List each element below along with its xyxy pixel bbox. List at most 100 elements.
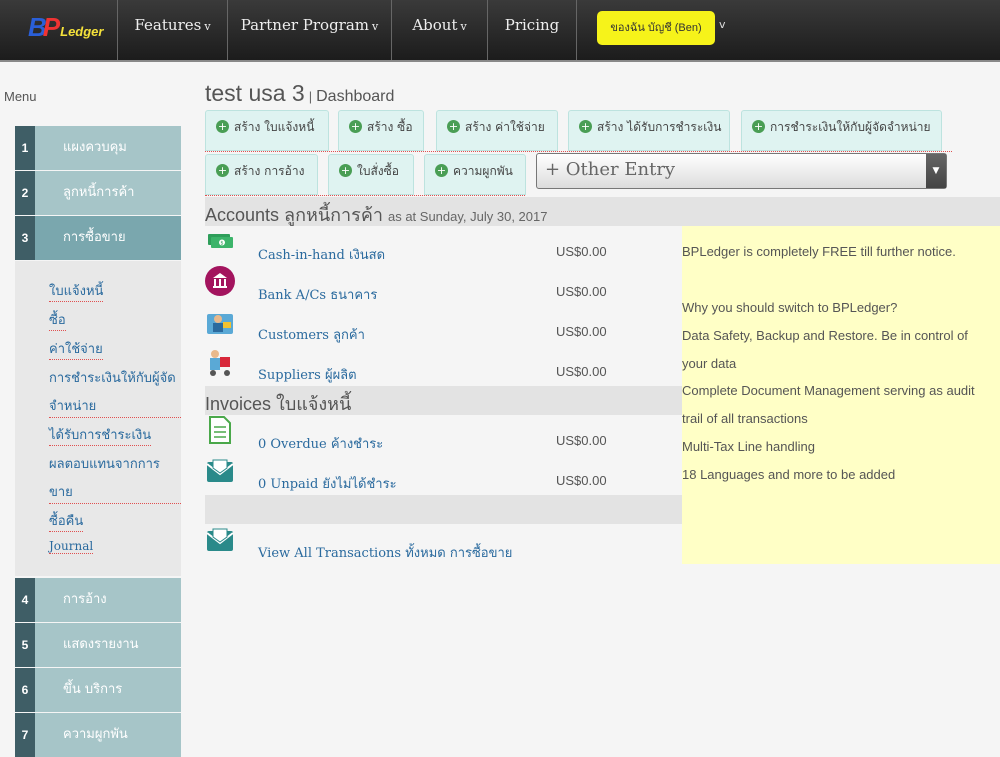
nav-features[interactable]: Features v	[117, 0, 227, 60]
cash-in-hand-link[interactable]: Cash-in-hand เงินสด	[258, 244, 385, 265]
sidebar-number: 3	[15, 216, 35, 260]
submenu-journal[interactable]: Journal	[49, 539, 94, 554]
create-expense-button[interactable]: + สร้าง ค่าใช้จ่าย	[436, 110, 558, 151]
sidebar-item-receivables[interactable]: 2 ลูกหนี้การค้า	[15, 171, 181, 215]
bank-accounts-value: US$0.00	[556, 284, 607, 299]
sidebar-item-services[interactable]: 6 ขึ้น บริการ	[15, 668, 181, 712]
promo-panel: BPLedger is completely FREE till further…	[682, 226, 1000, 564]
cash-in-hand-value: US$0.00	[556, 244, 607, 259]
promo-line: BPLedger is completely FREE till further…	[682, 244, 956, 259]
submenu-sales-returns[interactable]: ผลตอบแทนจากการ	[49, 453, 160, 474]
nav-partner-program[interactable]: Partner Program v	[227, 0, 391, 60]
create-purchase-button[interactable]: + สร้าง ซื้อ	[338, 110, 424, 151]
promo-line: Multi-Tax Line handling	[682, 439, 815, 454]
other-entry-select[interactable]: + Other Entry ▼	[536, 153, 947, 189]
button-label: สร้าง ได้รับการชำระเงิน	[597, 120, 722, 134]
sidebar-item-label: การอ้าง	[63, 592, 107, 607]
view-all-transactions-link[interactable]: View All Transactions ทั้งหมด การซื้อขาย	[258, 542, 512, 563]
bank-accounts-link[interactable]: Bank A/Cs ธนาคาร	[258, 284, 377, 305]
submenu-divider	[49, 417, 181, 418]
promo-line: trail of all transactions	[682, 411, 808, 426]
invoices-title: Invoices ใบแจ้งหนี้	[205, 394, 352, 414]
sidebar-item-label: แผงควบคุม	[63, 140, 127, 155]
other-entry-value: + Other Entry	[545, 159, 676, 180]
plus-circle-icon: +	[447, 120, 460, 133]
chevron-down-icon: v	[460, 20, 467, 33]
chevron-down-icon: v	[372, 20, 379, 33]
nav-features-label: Features	[134, 16, 202, 34]
sidebar-number: 6	[15, 668, 35, 712]
bpledger-logo[interactable]: BPLedger	[28, 12, 103, 42]
nav-pricing[interactable]: Pricing	[487, 0, 577, 60]
cash-icon: $	[208, 234, 233, 248]
sidebar-item-quotes[interactable]: 4 การอ้าง	[15, 578, 181, 622]
suppliers-link[interactable]: Suppliers ผู้ผลิต	[258, 364, 357, 385]
nav-partner-program-label: Partner Program	[240, 16, 370, 34]
customers-link[interactable]: Customers ลูกค้า	[258, 324, 365, 345]
button-label: สร้าง การอ้าง	[234, 164, 305, 178]
breadcrumb: Dashboard	[316, 88, 395, 105]
nav-pricing-label: Pricing	[504, 16, 560, 34]
submenu-expenses[interactable]: ค่าใช้จ่าย	[49, 338, 103, 360]
button-label: การชำระเงินให้กับผู้จัดจำหน่าย	[770, 120, 931, 134]
promo-line: Complete Document Management serving as …	[682, 383, 975, 398]
sidebar-number: 5	[15, 623, 35, 667]
quick-row-divider	[205, 195, 525, 196]
section-spacer	[205, 495, 682, 524]
nav-about[interactable]: About v	[391, 0, 487, 60]
sidebar-item-label: แสดงรายงาน	[63, 637, 139, 652]
button-label: สร้าง ใบแจ้งหนี้	[234, 120, 315, 134]
button-label: ความผูกพัน	[453, 164, 513, 178]
submenu-supplier-payments-cont[interactable]: จำหน่าย	[49, 395, 96, 416]
submenu-receive-payment[interactable]: ได้รับการชำระเงิน	[49, 424, 152, 446]
submenu-invoices[interactable]: ใบแจ้งหนี้	[49, 280, 104, 302]
sidebar-item-label: ขึ้น บริการ	[63, 682, 123, 697]
sidebar-item-transactions[interactable]: 3 การซื้อขาย	[15, 216, 181, 260]
button-label: ใบสั่งซื้อ	[357, 164, 400, 178]
accounts-date: as at Sunday, July 30, 2017	[387, 209, 548, 224]
sidebar-item-label: ความผูกพัน	[63, 727, 128, 742]
accounts-title: Accounts ลูกหนี้การค้า as at Sunday, Jul…	[205, 200, 547, 229]
envelope-icon	[206, 528, 234, 551]
sidebar-item-dashboard[interactable]: 1 แผงควบคุม	[15, 126, 181, 170]
transactions-submenu: ใบแจ้งหนี้ ซื้อ ค่าใช้จ่าย การชำระเงินให…	[15, 261, 181, 576]
unpaid-invoices-link[interactable]: 0 Unpaid ยังไม่ได้ชำระ	[258, 473, 397, 494]
purchase-order-button[interactable]: + ใบสั่งซื้อ	[328, 154, 414, 195]
create-receive-payment-button[interactable]: + สร้าง ได้รับการชำระเงิน	[568, 110, 730, 151]
plus-circle-icon: +	[216, 120, 229, 133]
sidebar-number: 2	[15, 171, 35, 215]
customers-value: US$0.00	[556, 324, 607, 339]
sidebar-item-label: ลูกหนี้การค้า	[63, 185, 135, 200]
customers-icon	[207, 314, 233, 334]
chevron-down-icon: v	[204, 20, 211, 33]
sidebar-number: 7	[15, 713, 35, 757]
logo-ledger-text: Ledger	[60, 24, 104, 39]
plus-circle-icon: +	[349, 120, 362, 133]
account-button[interactable]: ของฉัน บัญชี (Ben)	[597, 11, 715, 45]
submenu-purchases[interactable]: ซื้อ	[49, 309, 66, 331]
suppliers-icon	[210, 350, 230, 376]
sidebar-item-label: การซื้อขาย	[63, 230, 126, 245]
chevron-down-icon[interactable]: v	[719, 18, 726, 31]
create-invoice-button[interactable]: + สร้าง ใบแจ้งหนี้	[205, 110, 329, 151]
invoice-document-icon	[209, 416, 231, 444]
supplier-payment-button[interactable]: + การชำระเงินให้กับผู้จัดจำหน่าย	[741, 110, 942, 151]
svg-text:$: $	[220, 241, 223, 247]
overdue-invoices-link[interactable]: 0 Overdue ค้างชำระ	[258, 433, 383, 454]
submenu-buyback[interactable]: ซื้อคืน	[49, 510, 84, 532]
dropdown-arrow-icon[interactable]: ▼	[926, 154, 946, 188]
submenu-supplier-payments[interactable]: การชำระเงินให้กับผู้จัด	[49, 367, 176, 388]
menu-title: Menu	[4, 89, 37, 104]
quick-row-divider	[205, 151, 952, 152]
button-label: สร้าง ซื้อ	[367, 120, 413, 134]
commitment-button[interactable]: + ความผูกพัน	[424, 154, 526, 195]
promo-line: 18 Languages and more to be added	[682, 467, 896, 482]
plus-circle-icon: +	[752, 120, 765, 133]
sidebar-item-commitments[interactable]: 7 ความผูกพัน	[15, 713, 181, 757]
page-title: test usa 3 | Dashboard	[205, 80, 394, 107]
promo-line: Why you should switch to BPLedger?	[682, 300, 898, 315]
create-quote-button[interactable]: + สร้าง การอ้าง	[205, 154, 318, 195]
sidebar-item-reports[interactable]: 5 แสดงรายงาน	[15, 623, 181, 667]
submenu-sales-returns-cont[interactable]: ขาย	[49, 481, 73, 502]
plus-circle-icon: +	[435, 164, 448, 177]
